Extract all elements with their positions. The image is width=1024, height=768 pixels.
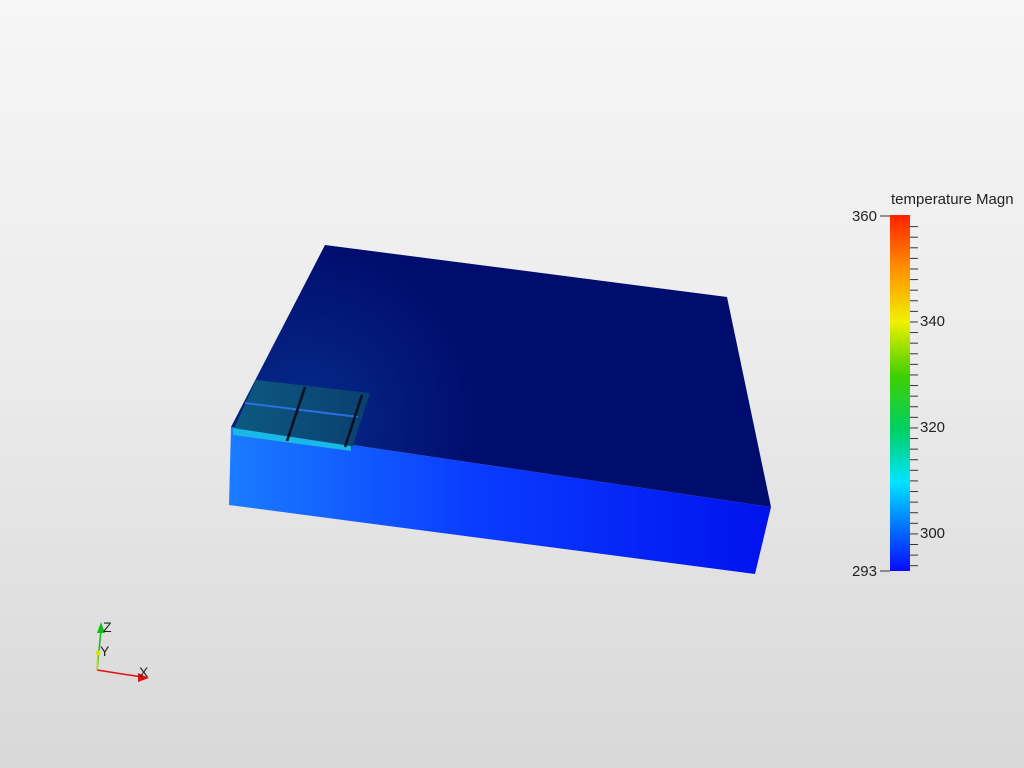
orientation-axes[interactable]: Z Y X — [95, 619, 150, 682]
scalar-bar-title: temperature Magn — [891, 191, 1014, 208]
color-gradient-bar — [890, 215, 910, 571]
scalar-bar-label: 300 — [920, 524, 946, 542]
scalar-bar-min-label: 293 — [851, 563, 877, 580]
z-axis-label: Z — [103, 619, 112, 635]
x-axis-line — [96, 669, 143, 678]
y-axis-label: Y — [100, 643, 110, 659]
render-viewport[interactable]: Z Y X temperature Magn 360 293 340 320 300 — [0, 0, 1024, 768]
scalar-bar-label: 320 — [920, 418, 946, 436]
heat-sink-model[interactable] — [229, 245, 771, 574]
scalar-bar-label: 340 — [920, 312, 946, 330]
x-axis-label: X — [139, 664, 149, 680]
render-canvas[interactable]: Z Y X — [0, 0, 1024, 768]
scalar-bar-max-label: 360 — [851, 208, 877, 225]
scalar-bar-ticks — [910, 226, 918, 567]
scalar-bar[interactable] — [880, 215, 918, 572]
